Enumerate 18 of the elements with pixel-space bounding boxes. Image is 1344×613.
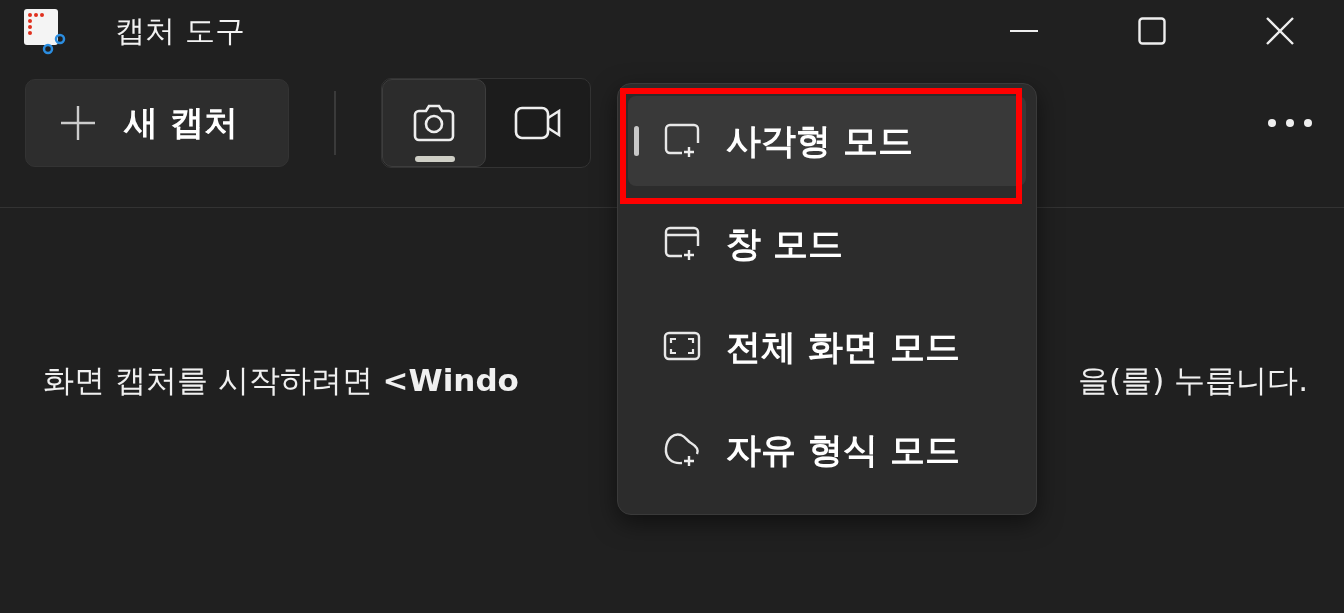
camera-icon bbox=[411, 102, 457, 143]
close-icon bbox=[1265, 16, 1295, 46]
new-capture-button[interactable]: 새 캡처 bbox=[25, 78, 289, 167]
hint-text: 을(를) 누릅니다. bbox=[1078, 361, 1308, 400]
plus-icon bbox=[60, 104, 96, 141]
camera-mode-button[interactable] bbox=[382, 78, 486, 167]
video-camera-icon bbox=[514, 104, 562, 141]
more-icon bbox=[1267, 117, 1313, 128]
menu-item[interactable]: 사각형 모드 bbox=[628, 96, 1026, 186]
menu-item[interactable]: 창 모드 bbox=[628, 199, 1026, 289]
window-title: 캡처 도구 bbox=[115, 11, 245, 50]
menu-item[interactable]: 자유 형식 모드 bbox=[628, 405, 1026, 495]
maximize-icon bbox=[1138, 17, 1166, 45]
hint-text: 화면 캡처를 시작하려면 <Windo bbox=[43, 361, 519, 400]
selection-indicator bbox=[415, 155, 455, 162]
minimize-icon bbox=[1010, 29, 1038, 33]
menu-item[interactable]: 전체 화면 모드 bbox=[628, 302, 1026, 392]
selection-indicator bbox=[634, 126, 639, 156]
